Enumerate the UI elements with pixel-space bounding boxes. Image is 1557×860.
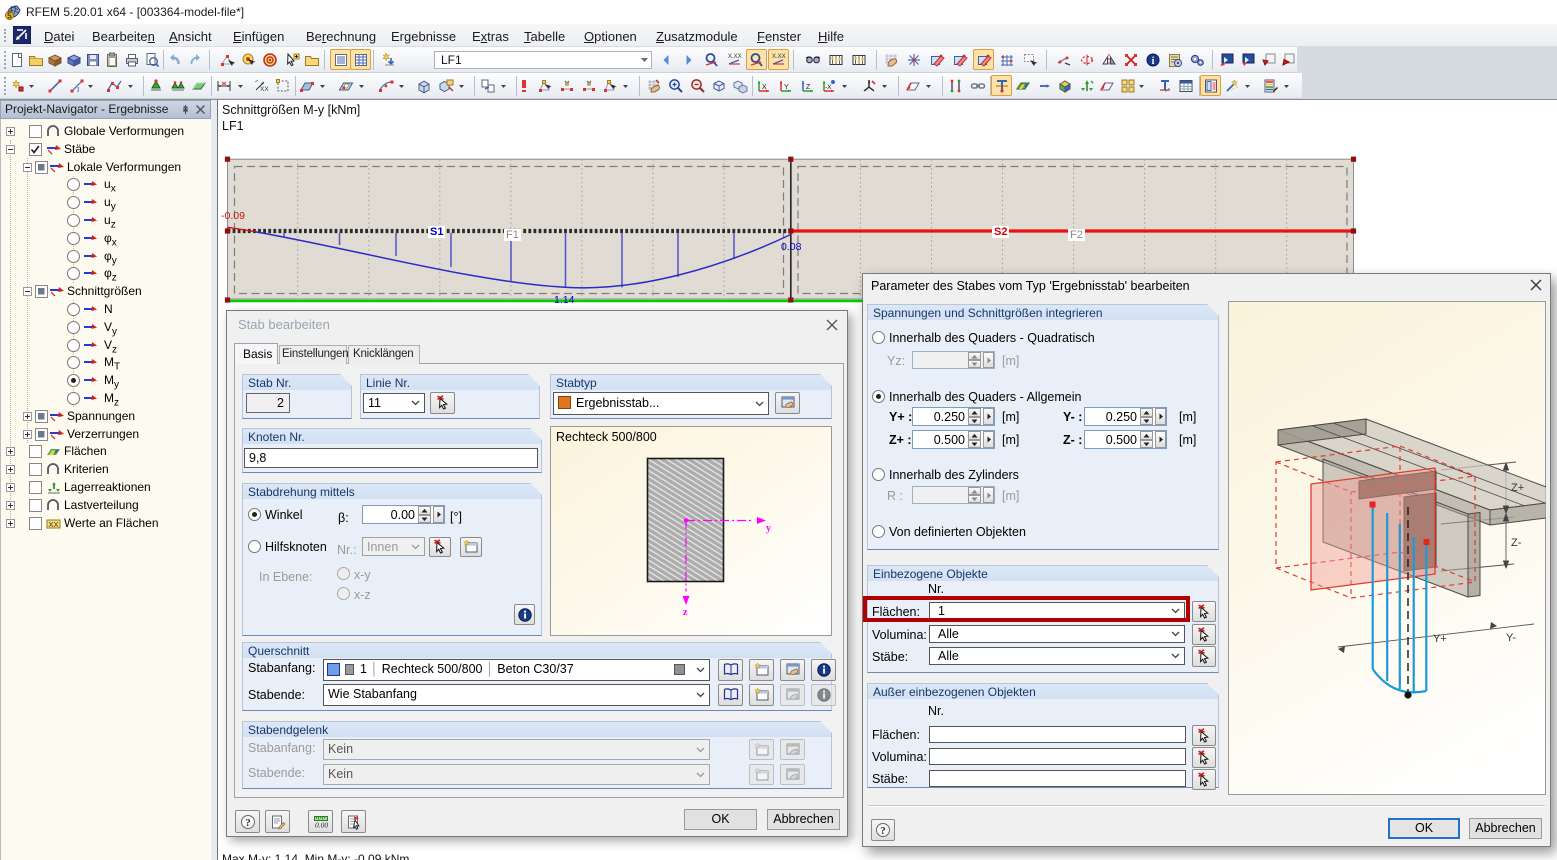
svg-text:?: ?: [880, 825, 886, 837]
svg-text:?: ?: [245, 817, 251, 829]
svg-text:Z: Z: [806, 84, 811, 91]
svg-text:i: i: [1152, 56, 1155, 67]
svg-text:Z-: Z-: [1511, 537, 1522, 549]
svg-text:Y-: Y-: [1506, 632, 1516, 644]
svg-text:X.XX: X.XX: [772, 54, 786, 60]
svg-text:XX: XX: [48, 520, 58, 529]
svg-text:Y+: Y+: [1433, 633, 1447, 645]
svg-text:5: 5: [7, 12, 12, 21]
svg-text:XX: XX: [260, 86, 269, 93]
svg-text:0.00: 0.00: [315, 820, 328, 829]
svg-text:X.XX: X.XX: [728, 54, 742, 60]
svg-text:z: z: [683, 607, 688, 618]
svg-text:Y: Y: [784, 84, 789, 91]
svg-text:X: X: [762, 84, 767, 91]
svg-text:y: y: [766, 523, 771, 534]
svg-text:I: I: [77, 86, 80, 94]
svg-text:Z+: Z+: [1511, 482, 1524, 494]
svg-text:-X: -X: [825, 84, 832, 91]
